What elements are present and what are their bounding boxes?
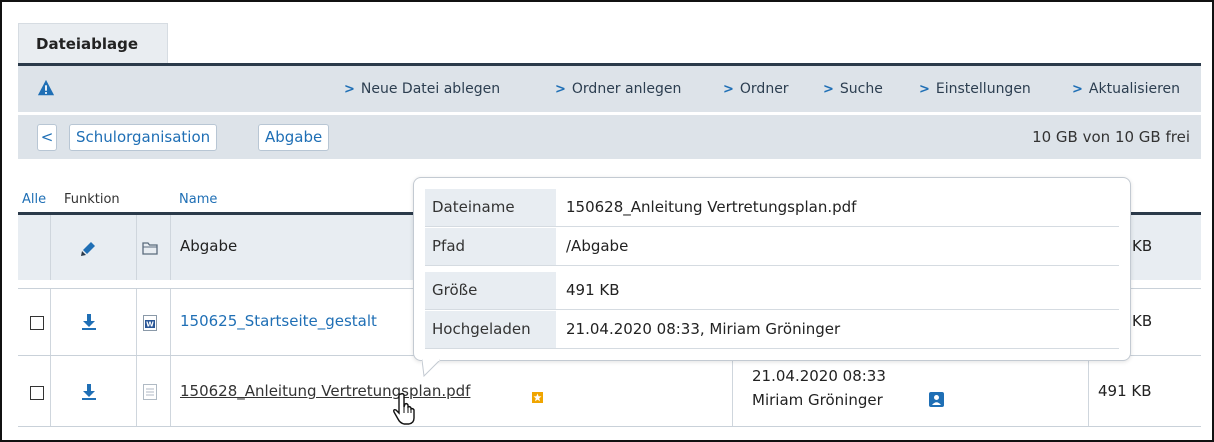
folder-icon [142,241,158,259]
file-info-tooltip: Dateiname 150628_Anleitung Vertretungspl… [413,177,1131,361]
settings-label: Einstellungen [935,81,1031,97]
free-space-label: 10 GB von 10 GB frei [1032,128,1190,146]
tooltip-label: Dateiname [425,189,556,226]
header-name[interactable]: Name [179,192,217,207]
uploaded-by[interactable]: Miriam Gröninger [752,391,883,409]
search-link[interactable]: > Suche [823,66,883,112]
tooltip-label: Hochgeladen [425,311,556,348]
chevron-right-icon: > [555,82,566,97]
chevron-right-icon: > [344,82,355,97]
download-icon[interactable] [80,313,98,335]
table-row[interactable]: 150628_Anleitung Vertretungsplan.pdf 21.… [18,355,1201,427]
chevron-right-icon: > [1072,82,1083,97]
upload-date: 21.04.2020 08:33 [752,367,886,385]
pencil-icon[interactable] [80,239,98,261]
user-card-icon[interactable] [929,392,944,411]
tab-dateiablage[interactable]: Dateiablage [18,23,168,63]
search-label: Suche [839,81,883,97]
download-icon[interactable] [80,383,98,405]
row-checkbox[interactable] [30,386,44,400]
word-doc-icon: W [143,315,157,335]
new-file-label: Neue Datei ablegen [360,81,501,97]
file-name-link[interactable]: 150628_Anleitung Vertretungsplan.pdf [180,382,470,400]
tooltip-arrow-icon [422,359,440,377]
header-function: Funktion [64,192,120,207]
tooltip-row-size: Größe 491 KB [425,272,1119,310]
folder-name[interactable]: Abgabe [180,237,237,255]
pdf-doc-icon [143,384,157,404]
toolbar: > Neue Datei ablegen > Ordner anlegen > Ord… [18,66,1201,112]
chevron-right-icon: > [823,82,834,97]
select-all-link[interactable]: Alle [22,192,46,207]
window-frame: Dateiablage > Neue Datei ablegen > Ordner … [0,0,1214,442]
tooltip-value: /Abgabe [566,237,629,255]
row-size: KB [1132,312,1153,330]
star-badge-icon [532,389,543,407]
svg-text:W: W [146,321,154,329]
new-file-link[interactable]: > Neue Datei ablegen [344,66,500,112]
breadcrumb: < Schulorganisation Abgabe 10 GB von 10 … [18,115,1201,159]
tooltip-row-filename: Dateiname 150628_Anleitung Vertretungspl… [425,189,1119,227]
tooltip-value: 21.04.2020 08:33, Miriam Gröninger [566,320,841,338]
breadcrumb-schulorganisation[interactable]: Schulorganisation [69,124,218,151]
create-folder-link[interactable]: > Ordner anlegen [555,66,681,112]
row-size: KB [1132,237,1153,255]
settings-link[interactable]: > Einstellungen [919,66,1031,112]
hand-cursor-icon [393,392,415,425]
create-folder-label: Ordner anlegen [571,81,682,97]
tooltip-row-uploaded: Hochgeladen 21.04.2020 08:33, Miriam Grö… [425,311,1119,349]
file-name-link[interactable]: 150625_Startseite_gestalt [180,312,377,330]
tooltip-label: Größe [425,272,556,309]
tooltip-value: 150628_Anleitung Vertretungsplan.pdf [566,198,857,216]
row-checkbox[interactable] [30,316,44,330]
tooltip-label: Pfad [425,228,556,265]
back-button[interactable]: < [37,124,57,151]
tooltip-row-path: Pfad /Abgabe [425,228,1119,266]
folder-link[interactable]: > Ordner [723,66,789,112]
tooltip-value: 491 KB [566,281,620,299]
refresh-link[interactable]: > Aktualisieren [1072,66,1180,112]
row-size: 491 KB [1098,382,1152,400]
breadcrumb-abgabe[interactable]: Abgabe [258,124,330,151]
chevron-right-icon: > [723,82,734,97]
folder-label: Ordner [739,81,789,97]
refresh-label: Aktualisieren [1088,81,1181,97]
chevron-right-icon: > [919,82,930,97]
